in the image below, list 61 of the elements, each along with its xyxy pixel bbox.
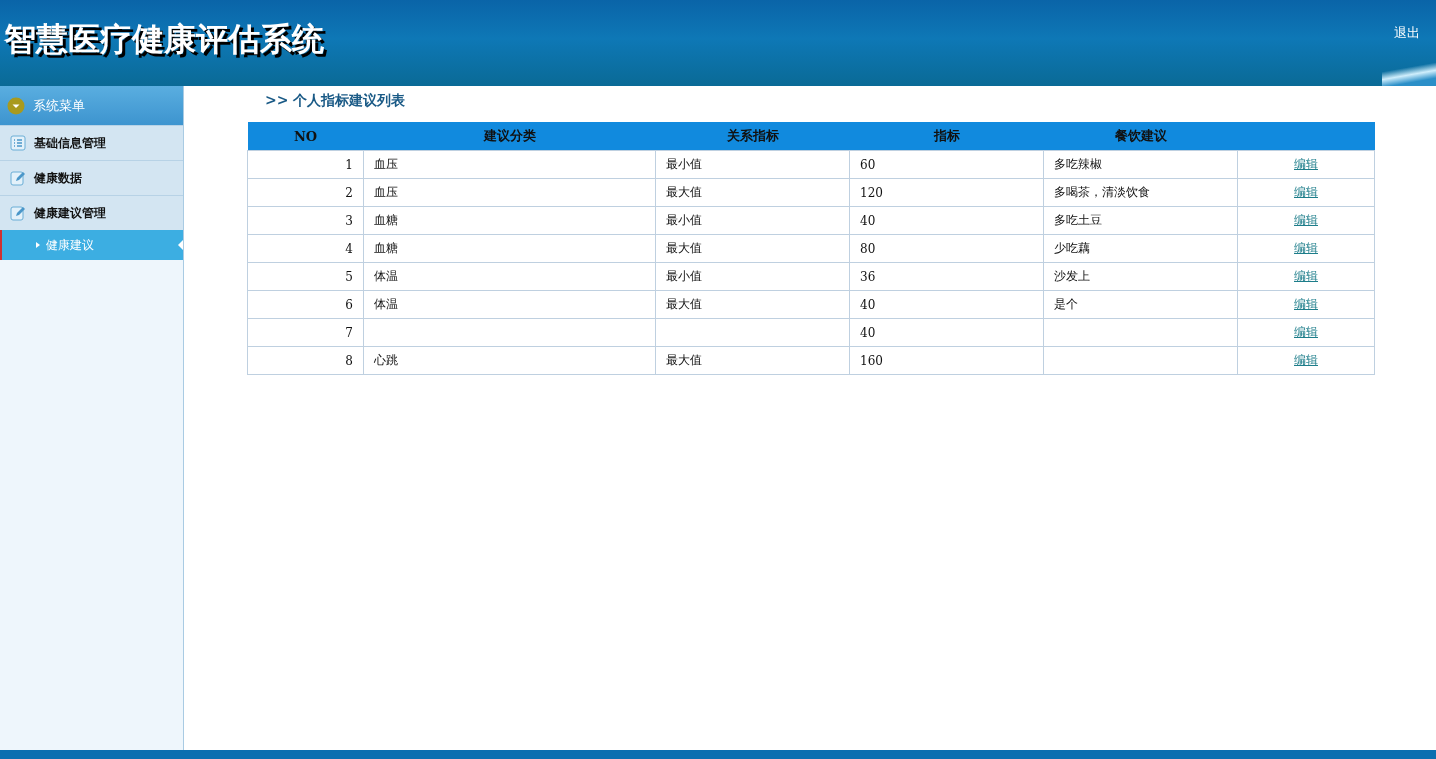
table-cell: 最小值 <box>655 150 850 179</box>
table-cell: 体温 <box>363 262 656 291</box>
table-cell: 少吃藕 <box>1043 234 1238 263</box>
edit-link[interactable]: 编辑 <box>1294 325 1318 339</box>
table-cell: 2 <box>247 178 364 207</box>
table-cell: 是个 <box>1043 290 1238 319</box>
table-cell: 血糖 <box>363 206 656 235</box>
list-icon <box>10 135 26 151</box>
menu-item[interactable]: 基础信息管理 <box>0 125 183 160</box>
table-cell: 6 <box>247 290 364 319</box>
caret-icon <box>36 242 40 248</box>
table-cell: 沙发上 <box>1043 262 1238 291</box>
table-cell: 5 <box>247 262 364 291</box>
table-cell: 160 <box>849 346 1044 375</box>
edit-link[interactable]: 编辑 <box>1294 269 1318 283</box>
page-title: >> 个人指标建议列表 <box>265 92 407 110</box>
table-cell: 最大值 <box>655 290 850 319</box>
edit-icon <box>10 205 26 221</box>
table-cell: 40 <box>849 206 1044 235</box>
column-header: 餐饮建议 <box>1043 122 1238 151</box>
column-header: 建议分类 <box>363 122 656 151</box>
edit-link[interactable]: 编辑 <box>1294 157 1318 171</box>
edit-link[interactable]: 编辑 <box>1294 297 1318 311</box>
edit-icon <box>10 170 26 186</box>
table-cell: 60 <box>849 150 1044 179</box>
table-cell: 最大值 <box>655 178 850 207</box>
sidebar-title: 系统菜单 <box>33 96 85 115</box>
table-cell: 血糖 <box>363 234 656 263</box>
menu-item[interactable]: 健康建议管理 <box>0 195 183 230</box>
table-cell: 最大值 <box>655 346 850 375</box>
column-header: 指标 <box>849 122 1044 151</box>
column-header: NO <box>247 122 364 151</box>
table-cell: 血压 <box>363 178 656 207</box>
table-cell: 80 <box>849 234 1044 263</box>
table-cell: 40 <box>849 318 1044 347</box>
logout-link[interactable]: 退出 <box>1394 24 1420 42</box>
edit-link[interactable]: 编辑 <box>1294 185 1318 199</box>
table-cell: 体温 <box>363 290 656 319</box>
table-cell: 多吃土豆 <box>1043 206 1238 235</box>
menu-item[interactable]: 健康数据 <box>0 160 183 195</box>
edit-link[interactable]: 编辑 <box>1294 213 1318 227</box>
table-cell: 120 <box>849 178 1044 207</box>
table-cell: 最大值 <box>655 234 850 263</box>
table-cell: 最小值 <box>655 262 850 291</box>
dropdown-icon <box>7 96 25 115</box>
table-cell: 7 <box>247 318 364 347</box>
table-cell: 1 <box>247 150 364 179</box>
app-title: 智慧医疗健康评估系统 <box>4 19 324 60</box>
table-cell: 心跳 <box>363 346 656 375</box>
edit-link[interactable]: 编辑 <box>1294 353 1318 367</box>
table-cell: 8 <box>247 346 364 375</box>
table-cell: 3 <box>247 206 364 235</box>
table-cell: 多喝茶，清淡饮食 <box>1043 178 1238 207</box>
table-cell: 最小值 <box>655 206 850 235</box>
table-cell: 4 <box>247 234 364 263</box>
edit-link[interactable]: 编辑 <box>1294 241 1318 255</box>
table-cell: 36 <box>849 262 1044 291</box>
table-cell: 血压 <box>363 150 656 179</box>
table-cell: 多吃辣椒 <box>1043 150 1238 179</box>
column-header: 关系指标 <box>655 122 850 151</box>
table-cell: 40 <box>849 290 1044 319</box>
